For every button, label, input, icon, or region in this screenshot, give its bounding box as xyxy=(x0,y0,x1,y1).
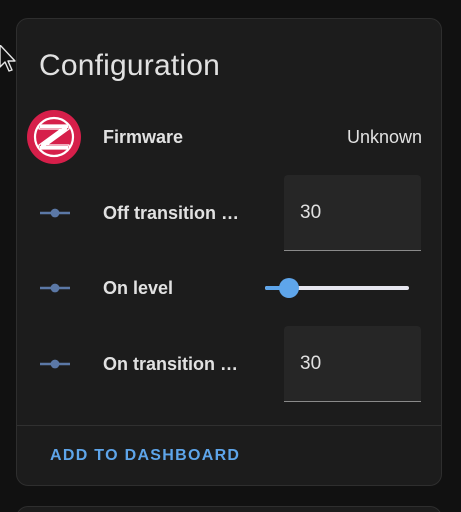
card-title: Configuration xyxy=(39,49,221,82)
on-transition-row: On transition t… xyxy=(17,326,443,402)
off-transition-field[interactable] xyxy=(284,175,421,251)
on-level-row: On level xyxy=(17,267,443,309)
firmware-label: Firmware xyxy=(103,127,184,147)
configuration-card: Configuration Firmware Unknown Off trans… xyxy=(16,18,442,486)
next-card-edge xyxy=(16,506,442,512)
card-divider xyxy=(17,425,441,426)
on-transition-label: On transition t… xyxy=(103,354,239,374)
firmware-value: Unknown xyxy=(346,127,422,147)
on-transition-input[interactable] xyxy=(300,352,400,376)
slider-thumb[interactable] xyxy=(279,278,300,298)
add-to-dashboard-button[interactable]: ADD TO DASHBOARD xyxy=(41,439,249,473)
off-transition-label: Off transition … xyxy=(103,203,239,223)
screen: Configuration Firmware Unknown Off trans… xyxy=(0,0,461,512)
commit-icon xyxy=(40,283,70,293)
on-level-label: On level xyxy=(103,278,174,298)
on-level-slider[interactable] xyxy=(263,276,409,300)
commit-icon xyxy=(40,359,70,369)
on-transition-field[interactable] xyxy=(284,326,421,402)
mouse-cursor-icon xyxy=(0,45,16,72)
zigbee-logo-glyph xyxy=(33,116,75,158)
off-transition-row: Off transition … xyxy=(17,175,443,251)
firmware-row[interactable]: Firmware Unknown xyxy=(17,110,443,164)
commit-icon xyxy=(40,208,70,218)
off-transition-input[interactable] xyxy=(300,201,400,225)
firmware-logo-icon xyxy=(27,110,81,164)
